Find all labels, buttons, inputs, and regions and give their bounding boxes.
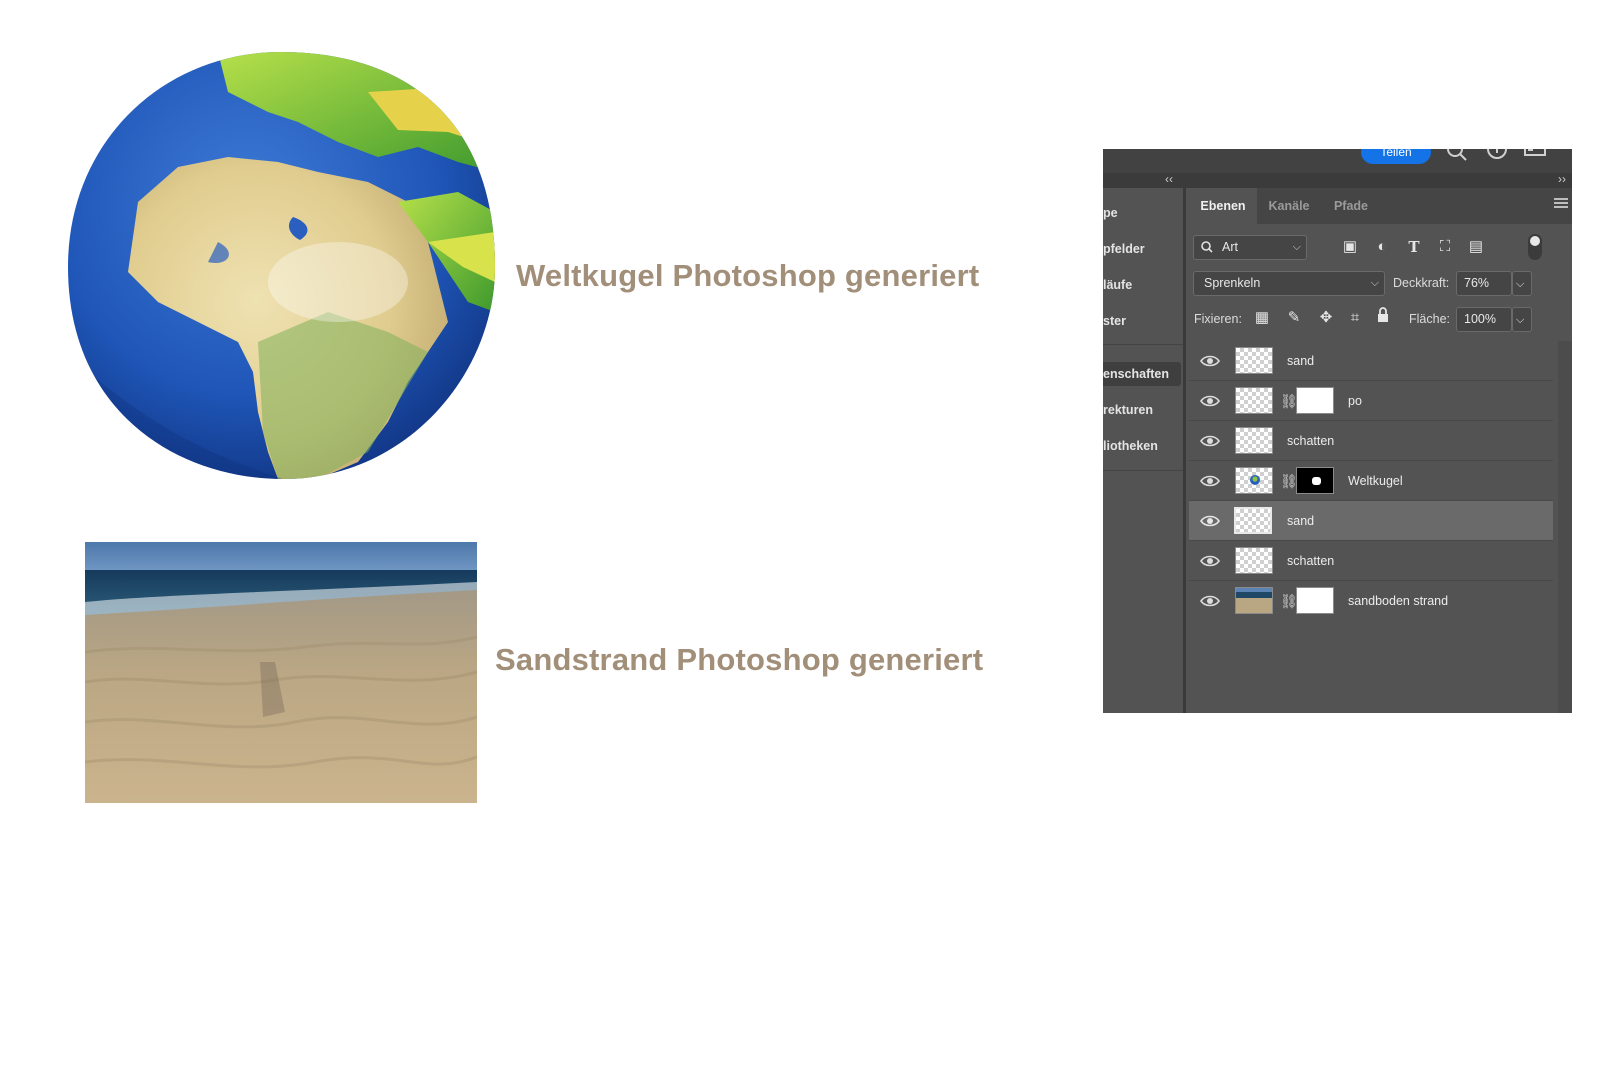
- layers-empty-area: [1189, 614, 1553, 713]
- panel-menu-icon[interactable]: [1554, 198, 1568, 212]
- blend-mode-value: Sprenkeln: [1204, 276, 1261, 290]
- layer-thumbnail: [1235, 347, 1273, 374]
- help-icon[interactable]: [1484, 149, 1510, 165]
- layer-row[interactable]: ⛓ Weltkugel: [1189, 461, 1553, 501]
- blend-mode-select[interactable]: Sprenkeln ⌵: [1193, 271, 1385, 296]
- fill-label: Fläche:: [1409, 312, 1450, 326]
- layer-row[interactable]: schatten: [1189, 421, 1553, 461]
- fill-input[interactable]: 100%: [1456, 307, 1512, 332]
- layer-thumbnail: [1235, 427, 1273, 454]
- dock-separator: [1103, 344, 1183, 345]
- shape-filter-icon[interactable]: ⛶: [1434, 236, 1456, 258]
- globe-image: [68, 52, 495, 479]
- search-icon: [1200, 236, 1214, 266]
- share-button[interactable]: Teilen: [1361, 149, 1431, 164]
- dock-item-5[interactable]: rekturen: [1103, 398, 1183, 422]
- layers-list: sand ⛓ po schatten ⛓ Weltkugel sand scha…: [1189, 341, 1572, 713]
- smartobject-filter-icon[interactable]: ▤: [1465, 236, 1487, 258]
- tab-kanaele[interactable]: Kanäle: [1257, 188, 1321, 224]
- opacity-input[interactable]: 76%: [1456, 271, 1512, 296]
- tab-pfade[interactable]: Pfade: [1321, 188, 1381, 224]
- layer-thumbnail: [1234, 507, 1272, 534]
- dock-item-4[interactable]: enschaften: [1103, 362, 1181, 386]
- lock-artboard-icon[interactable]: ⌗: [1344, 307, 1366, 329]
- layer-name: po: [1348, 394, 1362, 408]
- tab-ebenen[interactable]: Ebenen: [1189, 188, 1257, 224]
- opacity-label: Deckkraft:: [1393, 276, 1450, 290]
- eye-icon[interactable]: [1199, 393, 1221, 409]
- layers-scrollbar[interactable]: [1558, 341, 1572, 713]
- fill-dropdown[interactable]: ⌵: [1512, 307, 1532, 332]
- layer-row[interactable]: ⛓ po: [1189, 381, 1553, 421]
- chevron-down-icon: ⌵: [1292, 241, 1301, 253]
- sand-caption: Sandstrand Photoshop generiert: [495, 642, 984, 677]
- filter-kind-label: Art: [1222, 240, 1238, 254]
- opacity-dropdown[interactable]: ⌵: [1512, 271, 1532, 296]
- chevron-down-icon: ⌵: [1516, 278, 1525, 290]
- left-dock: pe pfelder läufe ster enschaften rekture…: [1103, 188, 1186, 713]
- collapse-strip: ‹‹ ››: [1103, 172, 1572, 188]
- lock-all-icon[interactable]: [1372, 307, 1394, 329]
- filter-toggle[interactable]: [1528, 234, 1542, 260]
- fill-value: 100%: [1464, 312, 1496, 326]
- lock-transparent-icon[interactable]: ▦: [1251, 307, 1273, 329]
- layer-name: sand: [1287, 354, 1315, 368]
- layer-name: Weltkugel: [1348, 474, 1403, 488]
- chevron-down-icon: ⌵: [1370, 277, 1379, 289]
- photoshop-panel: Teilen ‹‹ ›› pe pfelder läufe ster ensch…: [1103, 149, 1572, 713]
- canvas: Weltkugel Photoshop generiert Sandstrand…: [0, 0, 1620, 1080]
- lock-position-icon[interactable]: ✥: [1315, 307, 1337, 329]
- link-icon[interactable]: ⛓: [1280, 592, 1298, 610]
- link-icon[interactable]: ⛓: [1280, 392, 1298, 410]
- dock-item-1[interactable]: pfelder: [1103, 237, 1183, 261]
- layer-thumbnail: [1235, 547, 1273, 574]
- lock-label: Fixieren:: [1194, 312, 1242, 326]
- layer-mask-thumbnail: [1296, 467, 1334, 494]
- eye-icon[interactable]: [1199, 473, 1221, 489]
- search-icon[interactable]: [1444, 149, 1470, 165]
- opacity-value: 76%: [1464, 276, 1490, 290]
- dock-item-3[interactable]: ster: [1103, 309, 1183, 333]
- eye-icon[interactable]: [1199, 513, 1221, 529]
- layer-name: sand: [1287, 514, 1315, 528]
- dock-item-2[interactable]: läufe: [1103, 273, 1183, 297]
- layer-name: schatten: [1287, 434, 1335, 448]
- dock-item-0[interactable]: pe: [1103, 201, 1183, 225]
- layer-thumbnail: [1235, 467, 1273, 494]
- layer-name: schatten: [1287, 554, 1335, 568]
- layer-row-selected[interactable]: sand: [1189, 501, 1553, 541]
- adjustment-filter-icon[interactable]: ◐: [1371, 236, 1393, 258]
- top-bar: Teilen: [1103, 149, 1572, 173]
- globe-caption: Weltkugel Photoshop generiert: [516, 258, 980, 293]
- eye-icon[interactable]: [1199, 593, 1221, 609]
- layer-thumbnail: [1235, 387, 1273, 414]
- layer-thumbnail: [1235, 587, 1273, 614]
- type-filter-icon[interactable]: T: [1403, 236, 1425, 258]
- layer-row[interactable]: sand: [1189, 341, 1553, 381]
- layer-mask-thumbnail: [1296, 587, 1334, 614]
- eye-icon[interactable]: [1199, 353, 1221, 369]
- layer-mask-thumbnail: [1296, 387, 1334, 414]
- dock-separator: [1103, 470, 1183, 471]
- chevron-down-icon: ⌵: [1516, 314, 1525, 326]
- beach-image: [85, 542, 477, 803]
- collapse-left-icon[interactable]: ‹‹: [1165, 172, 1173, 186]
- lock-image-brush-icon[interactable]: ✎: [1283, 307, 1305, 329]
- dock-item-6[interactable]: liotheken: [1103, 434, 1183, 458]
- image-filter-icon[interactable]: ▣: [1339, 236, 1361, 258]
- panel-icon[interactable]: [1523, 149, 1549, 165]
- eye-icon[interactable]: [1199, 433, 1221, 449]
- panel-tabs: Ebenen Kanäle Pfade: [1189, 188, 1572, 224]
- filter-kind-select[interactable]: Art ⌵: [1193, 235, 1307, 260]
- layer-row[interactable]: schatten: [1189, 541, 1553, 581]
- link-icon[interactable]: ⛓: [1280, 472, 1298, 490]
- eye-icon[interactable]: [1199, 553, 1221, 569]
- collapse-right-icon[interactable]: ››: [1558, 172, 1566, 186]
